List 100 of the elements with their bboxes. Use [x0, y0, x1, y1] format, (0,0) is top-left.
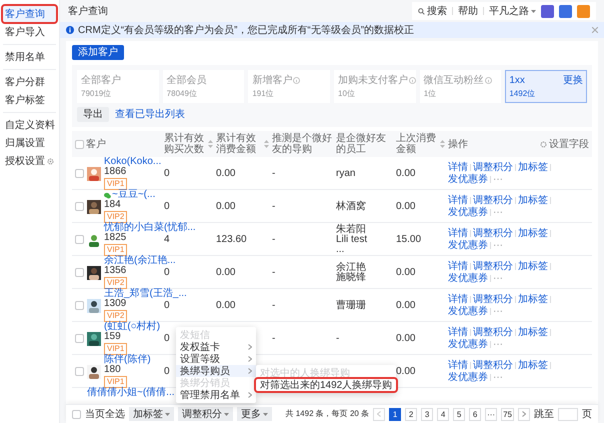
stat-card[interactable]: 1xx 更换 1492位: [505, 70, 588, 103]
action-link[interactable]: 发优惠券: [448, 372, 488, 382]
menu-item[interactable]: 发权益卡: [176, 341, 256, 353]
customer-name[interactable]: (虹虹(○村村): [104, 322, 160, 332]
sidebar-item[interactable]: 禁用名单: [3, 49, 56, 65]
bulk-action-button[interactable]: 调整积分: [178, 407, 233, 421]
app-icon[interactable]: [577, 4, 590, 18]
add-customer-button[interactable]: 添加客户: [72, 45, 124, 60]
checkbox[interactable]: [75, 169, 84, 178]
stat-label: 新增客户: [252, 74, 292, 88]
stat-value: 1位: [424, 88, 438, 100]
checkbox[interactable]: [75, 334, 84, 343]
prev-page-button[interactable]: [373, 408, 386, 420]
change-link[interactable]: 更换: [563, 73, 584, 88]
action-link[interactable]: 详情: [448, 328, 468, 338]
checkbox[interactable]: [75, 367, 84, 376]
page-button[interactable]: 6: [469, 408, 482, 420]
action-link[interactable]: 详情: [448, 196, 468, 206]
notice-text: CRM定义“有会员等级的客户为会员”，您已完成所有“无等级会员”的数据校正: [78, 24, 416, 38]
action-link[interactable]: 调整积分: [473, 328, 513, 338]
bulk-action-button[interactable]: 更多: [237, 407, 272, 421]
action-link[interactable]: 详情: [448, 162, 468, 172]
action-link[interactable]: 加标签: [518, 162, 548, 172]
action-link[interactable]: 加标签: [518, 262, 548, 272]
checkbox[interactable]: [75, 301, 84, 310]
help-link[interactable]: 帮助: [458, 4, 478, 18]
customer-name[interactable]: 忧郁的小白菜(忧郁...: [104, 223, 196, 233]
sort-icon[interactable]: [440, 140, 445, 148]
action-link[interactable]: 发优惠券: [448, 240, 488, 250]
table-cell-text: 朱若阳: [336, 224, 367, 234]
page-button[interactable]: 2: [405, 408, 418, 420]
checkbox[interactable]: [75, 202, 84, 211]
customer-name[interactable]: 陈伴(陈伴): [104, 355, 151, 365]
table-cell: 0.00: [216, 266, 236, 278]
customer-name[interactable]: ~豆豆~(...: [112, 190, 156, 200]
checkbox[interactable]: [75, 268, 84, 277]
action-link[interactable]: 调整积分: [473, 228, 513, 238]
column-header: 上次消费金额: [396, 133, 437, 155]
action-link[interactable]: 详情: [448, 294, 468, 304]
sidebar-item[interactable]: 授权设置: [3, 153, 56, 169]
action-link[interactable]: 详情: [448, 262, 468, 272]
sidebar-item[interactable]: 客户导入: [3, 24, 56, 40]
action-link[interactable]: 发优惠券: [448, 340, 488, 350]
close-icon[interactable]: [592, 27, 598, 33]
action-link[interactable]: 调整积分: [473, 262, 513, 272]
sidebar-item[interactable]: 归属设置: [3, 135, 56, 151]
page-button[interactable]: 75: [501, 408, 514, 420]
export-list-link[interactable]: 查看已导出列表: [115, 107, 185, 122]
action-link[interactable]: 发优惠券: [448, 174, 488, 184]
vip-tag: VIP2: [104, 277, 128, 289]
action-link[interactable]: 发优惠券: [448, 274, 488, 284]
sidebar-item[interactable]: 自定义资料: [3, 117, 56, 133]
page-button[interactable]: ···: [485, 408, 498, 420]
action-link[interactable]: 发优惠券: [448, 306, 488, 316]
page-button[interactable]: 4: [437, 408, 450, 420]
column-header: 累计有效消费金额: [216, 133, 257, 155]
total-count: 共 1492 条，每页 20 条: [286, 408, 370, 420]
customer-name[interactable]: 余江艳(余江艳...: [104, 256, 176, 266]
menu-item[interactable]: 设置等级: [176, 353, 256, 365]
vip-tag: VIP1: [104, 376, 128, 388]
sidebar-item[interactable]: 客户标签: [3, 92, 56, 108]
sort-icon[interactable]: [208, 140, 213, 148]
next-page-button[interactable]: [518, 408, 530, 420]
page-button[interactable]: 3: [421, 408, 434, 420]
checkbox[interactable]: [72, 410, 81, 418]
checkbox[interactable]: [75, 235, 84, 244]
page-button[interactable]: 1: [389, 408, 402, 420]
field-settings-button[interactable]: 设置字段: [540, 136, 589, 152]
sidebar-item[interactable]: 客户查询: [3, 6, 56, 22]
customer-name[interactable]: 王浩_郑雪(王浩_...: [104, 289, 187, 299]
account-dropdown[interactable]: 平凡之路: [489, 4, 536, 18]
action-link[interactable]: 加标签: [518, 196, 548, 206]
vip-tag: VIP1: [104, 244, 128, 256]
page-button[interactable]: 5: [453, 408, 466, 420]
action-link[interactable]: 调整积分: [473, 360, 513, 370]
action-link[interactable]: 加标签: [518, 360, 548, 370]
menu-item[interactable]: 换绑导购员: [176, 365, 256, 377]
menu-item[interactable]: 对筛选出来的1492人换绑导购: [256, 379, 396, 391]
stat-value: 78049位: [166, 88, 198, 100]
action-link[interactable]: 调整积分: [473, 294, 513, 304]
action-link[interactable]: 发优惠券: [448, 208, 488, 218]
menu-item[interactable]: 管理禁用名单: [176, 389, 256, 401]
customer-name[interactable]: Koko(Koko...: [104, 157, 162, 167]
sidebar-item[interactable]: 客户分群: [3, 74, 56, 90]
search-button[interactable]: 搜索: [418, 4, 447, 18]
action-link[interactable]: 调整积分: [473, 196, 513, 206]
customer-name[interactable]: 倩倩倩小姐~(倩倩...: [87, 388, 175, 398]
export-button[interactable]: 导出: [77, 107, 109, 122]
sort-icon[interactable]: [264, 140, 269, 148]
action-link[interactable]: 详情: [448, 228, 468, 238]
app-icon[interactable]: [541, 4, 554, 18]
page-input[interactable]: [558, 408, 578, 420]
bulk-action-button[interactable]: 加标签: [129, 407, 174, 421]
action-link[interactable]: 加标签: [518, 228, 548, 238]
checkbox[interactable]: [75, 140, 84, 148]
action-link[interactable]: 详情: [448, 360, 468, 370]
action-link[interactable]: 加标签: [518, 328, 548, 338]
action-link[interactable]: 调整积分: [473, 162, 513, 172]
action-link[interactable]: 加标签: [518, 294, 548, 304]
app-icon[interactable]: [559, 4, 572, 18]
